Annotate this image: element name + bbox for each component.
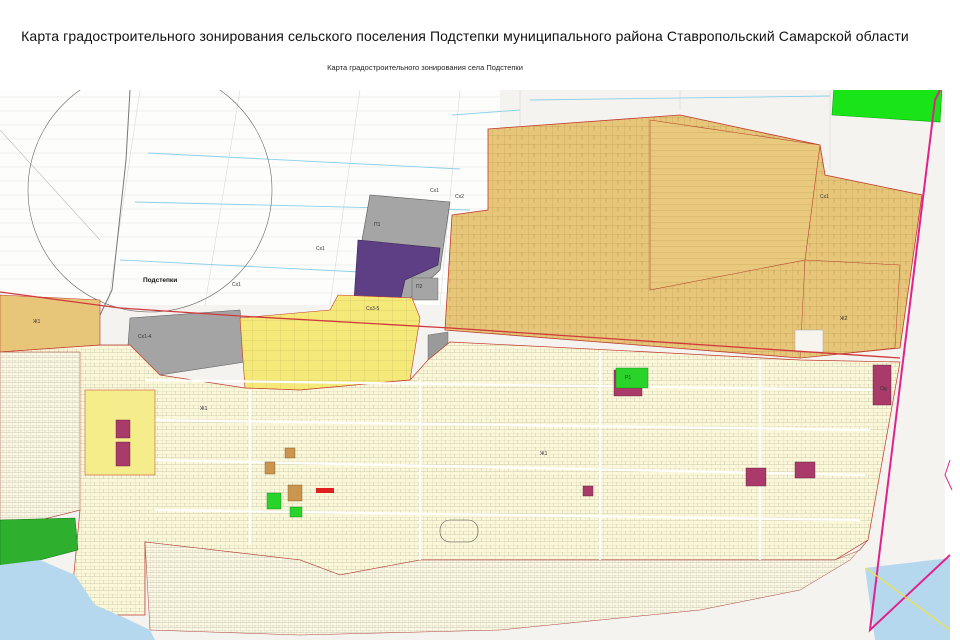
zone-code-label: Сх2 — [455, 194, 464, 200]
recreation-zone-1[interactable] — [615, 367, 649, 389]
public-zone-1[interactable] — [115, 419, 131, 439]
zone-code-label: Сх1 — [232, 282, 241, 288]
zone-code-label: Сх1-4 — [138, 334, 152, 340]
zone-code-label: Сх1 — [316, 246, 325, 252]
zone-code-label: Ж1 — [540, 451, 548, 457]
map-subtitle: Карта градостроительного зонирования сел… — [327, 63, 523, 72]
zone-code-label: Ж2 — [840, 316, 848, 322]
zone-code-label: П2 — [416, 284, 423, 290]
map-title: Карта градостроительного зонирования сел… — [21, 28, 909, 44]
public-zone-east[interactable] — [872, 364, 892, 406]
public-zone-4[interactable] — [794, 461, 816, 479]
white-parcel — [794, 329, 824, 353]
zone-code-label: Ж1 — [33, 319, 41, 325]
zone-code-label: Сх1 — [430, 188, 439, 194]
zone-code-label: Сх3-5 — [366, 306, 380, 312]
zone-code-label: П1 — [374, 222, 381, 228]
map-canvas[interactable]: Сх1 Сх1 Сх1 Сх1 Сх2 П1 П2 Ж1 Ж1 Ж1 Ж2 Од… — [0, 90, 960, 640]
zone-code-label: Од — [880, 386, 887, 392]
public-zone-3[interactable] — [745, 467, 767, 487]
zone-code-label: Ж1 — [200, 406, 208, 412]
red-marker — [316, 488, 334, 493]
place-name-label: Подстепки — [143, 277, 177, 284]
zone-code-label: Сх1 — [820, 194, 829, 200]
zone-code-label: Р1 — [625, 375, 631, 381]
